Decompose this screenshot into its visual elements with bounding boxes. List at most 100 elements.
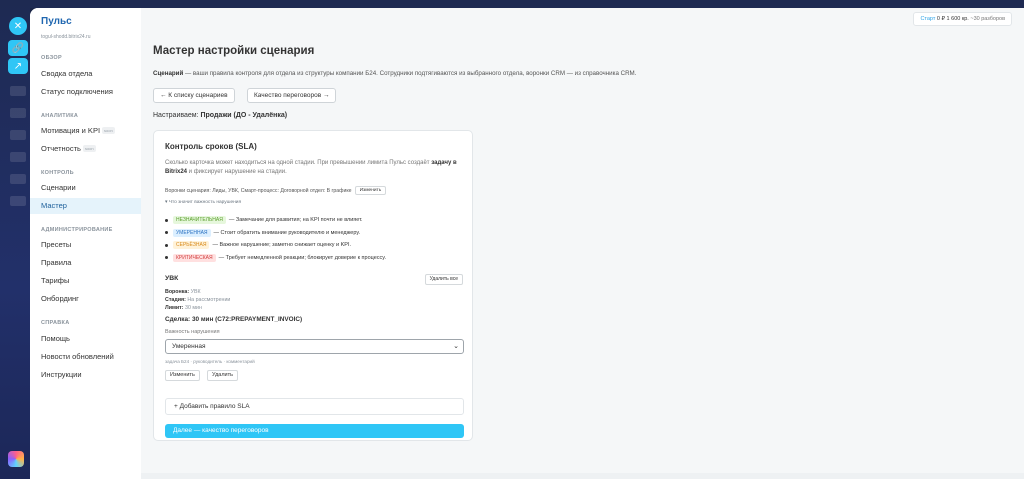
- list-item: СЕРЬЁЗНАЯ — Важное нарушение; заметно сни…: [165, 239, 386, 252]
- card-title: Контроль сроков (SLA): [165, 142, 257, 151]
- back-to-scenarios-button[interactable]: ← К списку сценариев: [153, 88, 235, 103]
- nav-section-help: СПРАВКА: [41, 320, 70, 326]
- sidebar-item-kpi[interactable]: Мотивация и KPI soon: [30, 123, 141, 139]
- menu-ghost-icon: [10, 86, 26, 96]
- sidebar-item-label: Онбординг: [41, 294, 79, 303]
- next-step-button[interactable]: Качество переговоров →: [247, 88, 337, 103]
- sidebar-item-reports[interactable]: Отчетность soon: [30, 141, 141, 157]
- severity-list: НЕЗНАЧИТЕЛЬНАЯ — Замечание для развития; …: [165, 214, 386, 264]
- tune-value: Продажи (ДО - Удалёнка): [200, 112, 288, 119]
- sidebar-item-label: Тарифы: [41, 276, 70, 285]
- nav-section-control: КОНТРОЛЬ: [41, 170, 74, 176]
- severity-text: — Замечание для развития; на KPI почти н…: [228, 217, 363, 224]
- sidebar-item-wizard[interactable]: Мастер: [30, 198, 141, 214]
- reviews-count: ~30 разборов: [970, 16, 1005, 22]
- severity-tag: СЕРЬЁЗНАЯ: [173, 241, 210, 250]
- delete-all-button[interactable]: Удалить все: [424, 274, 463, 285]
- desc-part1: Сколько карточка может находиться на одн…: [165, 160, 432, 166]
- tuning-target: Настраиваем: Продажи (ДО - Удалёнка): [153, 112, 287, 119]
- edit-rule-button[interactable]: Изменить: [165, 370, 200, 381]
- delete-rule-button[interactable]: Удалить: [207, 370, 238, 381]
- sla-card: Контроль сроков (SLA) Сколько карточка м…: [153, 130, 473, 441]
- external-icon[interactable]: ↗: [8, 58, 28, 74]
- soon-badge: soon: [102, 127, 115, 134]
- rule-stage: Стадия: На рассмотрении: [165, 297, 230, 303]
- rule-deal: Сделка: 30 мин (C72:PREPAYMENT_INVOIC): [165, 316, 303, 323]
- sidebar-item-news[interactable]: Новости обновлений: [30, 349, 141, 365]
- brand-title[interactable]: Пульс: [41, 16, 72, 27]
- sidebar-item-label: Сценарии: [41, 183, 76, 192]
- tariff-status[interactable]: Старт 0 ₽ 1 600 кр. ~30 разборов: [913, 12, 1012, 26]
- balance: 0 ₽: [936, 16, 946, 22]
- sidebar-item-scenarios[interactable]: Сценарии: [30, 180, 141, 196]
- severity-tag: КРИТИЧЕСКАЯ: [173, 253, 216, 262]
- sidebar-item-status[interactable]: Статус подключения: [30, 84, 141, 100]
- sidebar-item-summary[interactable]: Сводка отдела: [30, 66, 141, 82]
- change-funnels-button[interactable]: Изменить: [354, 186, 387, 195]
- add-sla-rule-button[interactable]: + Добавить правило SLA: [165, 398, 464, 415]
- sidebar-item-label: Отчетность: [41, 144, 81, 153]
- kv-value: 30 мин: [185, 305, 202, 311]
- portal-domain: togul-shodd.bitrix24.ru: [41, 34, 91, 40]
- sidebar-item-rules[interactable]: Правила: [30, 255, 141, 271]
- chevron-down-icon: ⌄: [453, 343, 459, 350]
- severity-explain-toggle[interactable]: ▾ Что значит важность нарушения: [165, 200, 241, 205]
- menu-ghost-icon: [10, 174, 26, 184]
- nav-section-analytics: АНАЛИТИКА: [41, 113, 79, 119]
- list-item: НЕЗНАЧИТЕЛЬНАЯ — Замечание для развития; …: [165, 214, 386, 227]
- list-item: КРИТИЧЕСКАЯ — Требует немедленной реакции…: [165, 252, 386, 265]
- severity-tag: НЕЗНАЧИТЕЛЬНАЯ: [173, 216, 226, 225]
- app-slider-panel: Пульс togul-shodd.bitrix24.ru ОБЗОР Свод…: [30, 8, 1024, 479]
- sidebar-item-label: Пресеты: [41, 240, 72, 249]
- menu-ghost-icon: [10, 196, 26, 206]
- severity-select-value: Умеренная: [172, 343, 206, 350]
- kv-label: Воронка:: [165, 289, 190, 295]
- bullet-icon: [165, 243, 168, 247]
- kv-label: Стадия:: [165, 297, 186, 303]
- next-quality-button[interactable]: Далее — качество переговоров: [165, 424, 464, 438]
- sidebar-item-label: Инструкции: [41, 370, 82, 379]
- sidebar-item-label: Новости обновлений: [41, 352, 114, 361]
- plan-name: Старт: [920, 16, 936, 22]
- close-icon[interactable]: ✕: [9, 17, 27, 35]
- menu-ghost-icon: [10, 108, 26, 118]
- sidebar-item-label: Правила: [41, 258, 72, 267]
- sidebar-item-label: Мастер: [41, 201, 67, 210]
- main-content: Старт 0 ₽ 1 600 кр. ~30 разборов Мастер …: [141, 8, 1024, 479]
- sidebar-item-instructions[interactable]: Инструкции: [30, 367, 141, 383]
- severity-text: — Важное нарушение; заметно снижает оцен…: [212, 242, 352, 249]
- sidebar-item-help[interactable]: Помощь: [30, 331, 141, 347]
- severity-select[interactable]: Умеренная ⌄: [165, 339, 464, 354]
- rule-hint: задача Б24 · руководитель · комментарий: [165, 359, 255, 364]
- kv-value: УВК: [190, 289, 201, 295]
- sidebar: Пульс togul-shodd.bitrix24.ru ОБЗОР Свод…: [30, 8, 141, 479]
- sidebar-item-onboarding[interactable]: Онбординг: [30, 291, 141, 307]
- nav-section-admin: АДМИНИСТРИРОВАНИЕ: [41, 227, 113, 233]
- desc-rest: — ваши правила контроля для отдела из ст…: [183, 70, 637, 77]
- page-title: Мастер настройки сценария: [153, 45, 315, 57]
- sidebar-item-label: Мотивация и KPI: [41, 126, 101, 135]
- sidebar-item-tariffs[interactable]: Тарифы: [30, 273, 141, 289]
- tune-label: Настраиваем:: [153, 112, 199, 119]
- scenario-funnels: Воронки сценария: Лиды, УВК, Смарт-проце…: [165, 186, 387, 195]
- link-icon[interactable]: 🔗: [8, 40, 28, 56]
- severity-text: — Стоит обратить внимание руководителю и…: [213, 229, 361, 236]
- bottom-divider: [141, 473, 1024, 479]
- page-description: Сценарий — ваши правила контроля для отд…: [153, 70, 953, 77]
- sidebar-item-label: Помощь: [41, 334, 70, 343]
- sidebar-item-presets[interactable]: Пресеты: [30, 237, 141, 253]
- bullet-icon: [165, 218, 168, 222]
- sidebar-item-label: Статус подключения: [41, 87, 113, 96]
- severity-label: Важность нарушения: [165, 329, 220, 335]
- severity-tag: УМЕРЕННАЯ: [173, 228, 211, 237]
- price: 1 600 кр.: [946, 16, 969, 22]
- bitrix-left-strip: ✕ 🔗 ↗: [0, 0, 30, 479]
- rule-limit: Лимит: 30 мин: [165, 305, 202, 311]
- bullet-icon: [165, 256, 168, 260]
- bullet-icon: [165, 231, 168, 235]
- top-bar-dark: [30, 0, 1024, 8]
- card-description: Сколько карточка может находиться на одн…: [165, 159, 463, 177]
- list-item: УМЕРЕННАЯ — Стоит обратить внимание руков…: [165, 227, 386, 240]
- soon-badge: soon: [82, 145, 96, 152]
- app-launcher-icon[interactable]: [8, 451, 24, 467]
